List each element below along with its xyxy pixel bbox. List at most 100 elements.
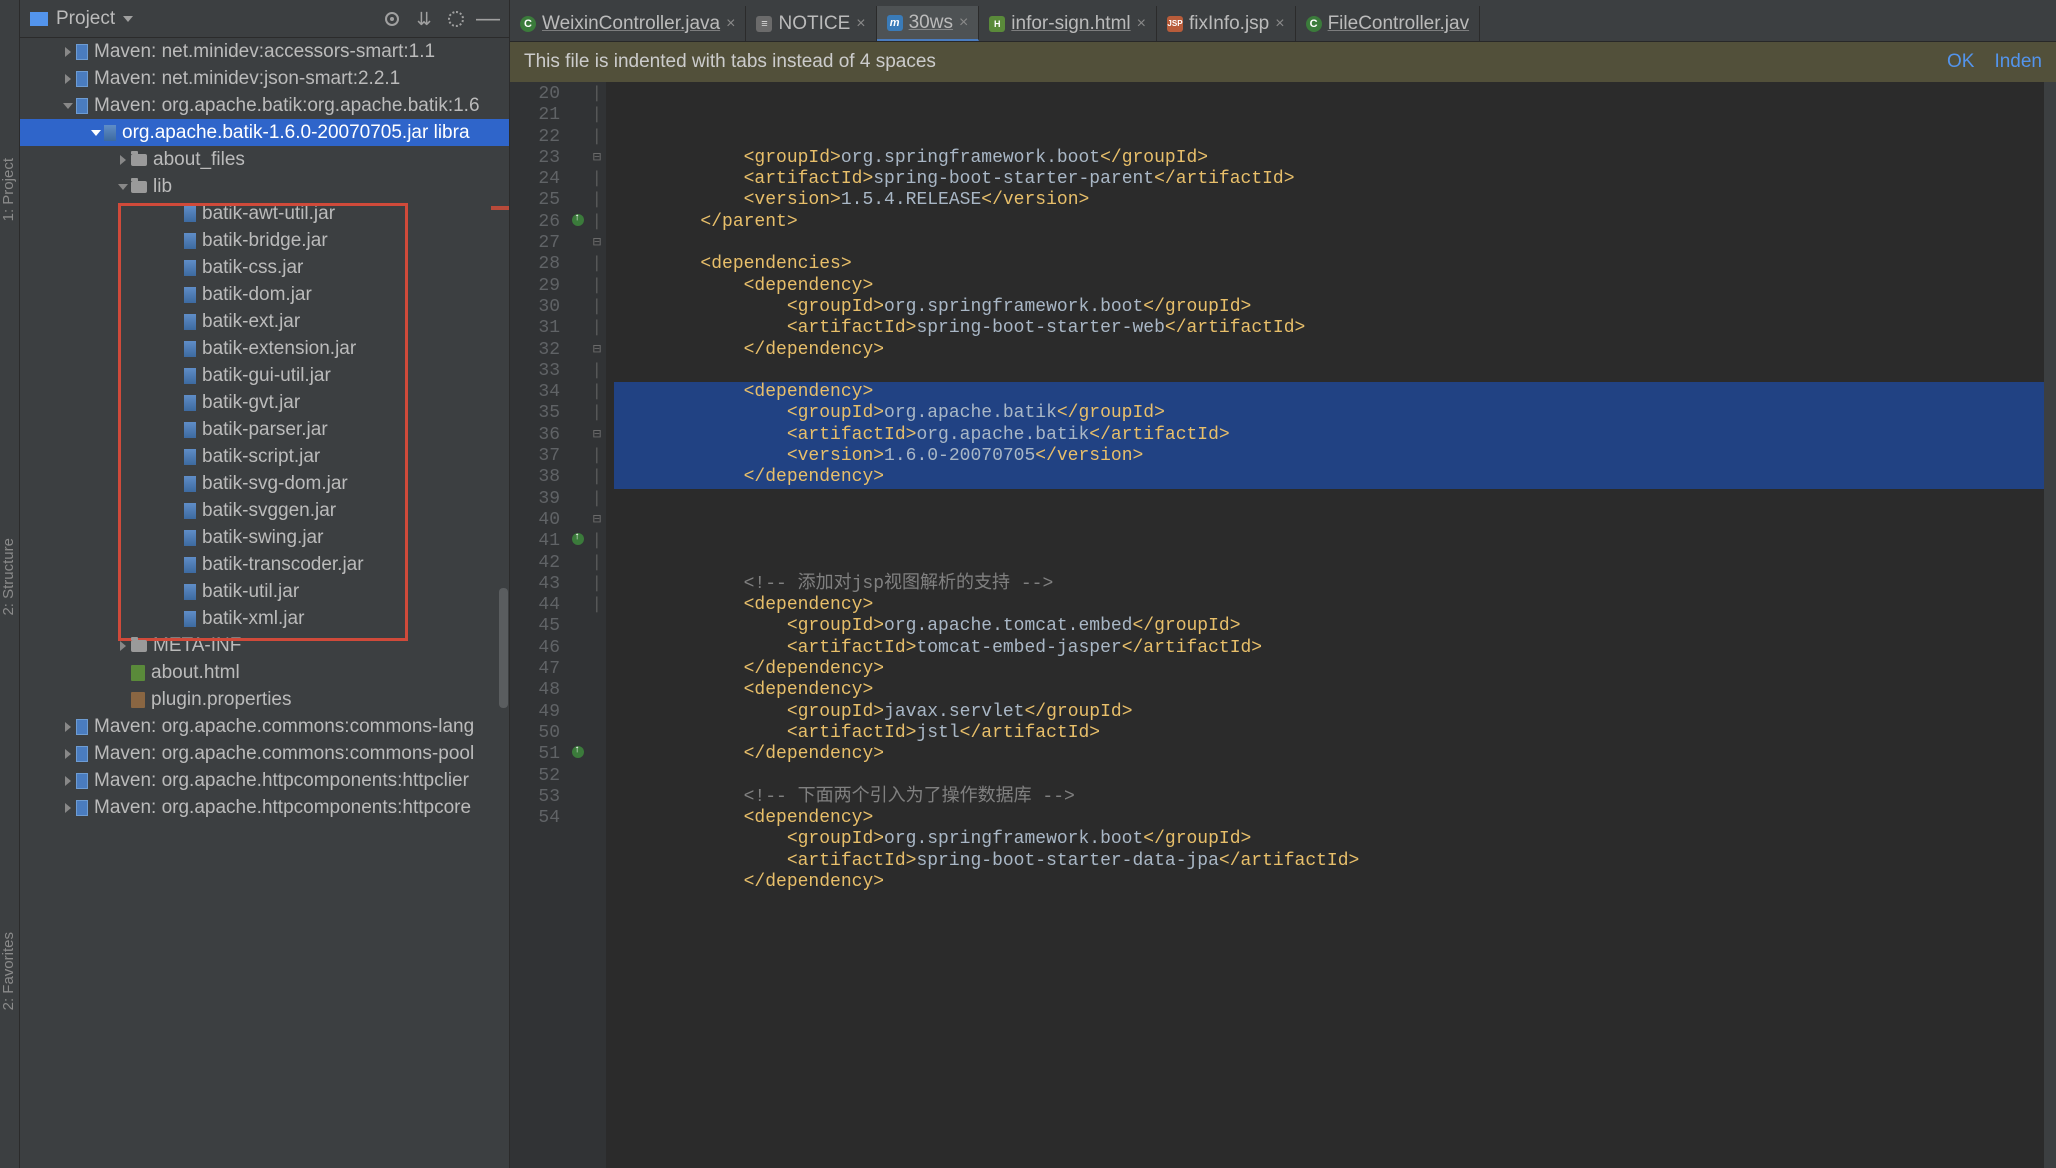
override-marker-icon[interactable] (572, 746, 584, 758)
code-line[interactable]: <artifactId>org.apache.batik</artifactId… (614, 425, 2056, 446)
tree-row[interactable]: Maven: org.apache.commons:commons-lang (20, 713, 509, 740)
editor-tab[interactable]: Hinfor-sign.html× (979, 6, 1157, 41)
tab-close-icon[interactable]: × (726, 15, 735, 33)
code-line[interactable]: <groupId>org.apache.batik</groupId> (614, 403, 2056, 424)
code-line[interactable]: <dependency> (614, 276, 2056, 297)
fold-gutter[interactable]: │││⊟ │││⊟ ││││⊟ │││⊟│││⊟ ││││ (588, 82, 606, 1168)
tree-row[interactable]: Maven: org.apache.httpcomponents:httpcli… (20, 767, 509, 794)
line-number[interactable]: 49 (510, 702, 560, 723)
tree-arrow-icon[interactable] (115, 179, 131, 195)
tab-close-icon[interactable]: × (1137, 15, 1146, 33)
code-line[interactable]: <artifactId>spring-boot-starter-web</art… (614, 318, 2056, 339)
code-line[interactable]: <version>1.5.4.RELEASE</version> (614, 190, 2056, 211)
notice-ok-link[interactable]: OK (1947, 51, 1974, 73)
code-line[interactable] (614, 361, 2056, 382)
line-number[interactable]: 23 (510, 148, 560, 169)
project-view-dropdown-icon[interactable] (123, 16, 133, 22)
project-title[interactable]: Project (56, 8, 115, 30)
tree-arrow-icon[interactable] (60, 773, 76, 789)
fold-mark[interactable]: │ (588, 489, 606, 510)
code-line[interactable]: <groupId>org.springframework.boot</group… (614, 829, 2056, 850)
line-number[interactable]: 25 (510, 190, 560, 211)
tree-arrow-icon[interactable] (60, 800, 76, 816)
line-number[interactable]: 54 (510, 808, 560, 829)
line-number[interactable]: 42 (510, 553, 560, 574)
line-number[interactable]: 39 (510, 489, 560, 510)
line-number[interactable]: 35 (510, 403, 560, 424)
line-number[interactable]: 52 (510, 766, 560, 787)
tree-row[interactable]: batik-svggen.jar (20, 497, 509, 524)
line-number[interactable]: 40 (510, 510, 560, 531)
line-number[interactable]: 53 (510, 787, 560, 808)
fold-mark[interactable]: │ (588, 553, 606, 574)
fold-mark[interactable]: │ (588, 297, 606, 318)
code-line[interactable] (614, 553, 2056, 574)
tool-window-gutter[interactable]: 1: Project 2: Structure 2: Favorites (0, 0, 20, 1168)
code-line[interactable] (614, 510, 2056, 531)
line-number[interactable]: 24 (510, 169, 560, 190)
code-line[interactable]: </dependency> (614, 872, 2056, 893)
tree-row[interactable]: batik-gui-util.jar (20, 362, 509, 389)
line-number[interactable]: 32 (510, 340, 560, 361)
code-line[interactable]: </dependency> (614, 467, 2056, 488)
override-marker-icon[interactable] (572, 214, 584, 226)
gutter-project-tab[interactable]: 1: Project (0, 158, 19, 221)
tree-arrow-icon[interactable] (115, 152, 131, 168)
fold-mark[interactable]: ⊟ (588, 233, 606, 254)
editor-tab[interactable]: CFileController.jav (1296, 6, 1481, 41)
fold-mark[interactable]: │ (588, 127, 606, 148)
tree-row[interactable]: batik-bridge.jar (20, 227, 509, 254)
tree-row[interactable]: about_files (20, 146, 509, 173)
tree-row[interactable]: batik-awt-util.jar (20, 200, 509, 227)
editor-tab[interactable]: ≡NOTICE× (746, 6, 876, 41)
tree-row[interactable]: org.apache.batik-1.6.0-20070705.jar libr… (20, 119, 509, 146)
code-line[interactable]: <artifactId>spring-boot-starter-data-jpa… (614, 851, 2056, 872)
tree-scrollbar[interactable] (499, 588, 508, 708)
fold-mark[interactable]: │ (588, 276, 606, 297)
tree-row[interactable]: batik-extension.jar (20, 335, 509, 362)
fold-mark[interactable]: ⊟ (588, 510, 606, 531)
fold-mark[interactable]: │ (588, 382, 606, 403)
code-line[interactable]: <groupId>org.apache.tomcat.embed</groupI… (614, 616, 2056, 637)
editor-tab[interactable]: JSPfixInfo.jsp× (1157, 6, 1296, 41)
fold-mark[interactable]: │ (588, 403, 606, 424)
gutter-override-marks[interactable] (570, 82, 588, 1168)
fold-mark[interactable]: │ (588, 318, 606, 339)
code-line[interactable]: <artifactId>spring-boot-starter-parent</… (614, 169, 2056, 190)
locate-button[interactable] (381, 8, 403, 30)
fold-mark[interactable]: │ (588, 254, 606, 275)
line-number[interactable]: 48 (510, 680, 560, 701)
code-line[interactable]: </dependency> (614, 659, 2056, 680)
code-line[interactable]: <dependency> (614, 595, 2056, 616)
fold-mark[interactable]: │ (588, 105, 606, 126)
code-line[interactable]: <dependency> (614, 382, 2056, 403)
gutter-structure-tab[interactable]: 2: Structure (0, 538, 19, 616)
fold-mark[interactable]: ⊟ (588, 425, 606, 446)
line-number[interactable]: 37 (510, 446, 560, 467)
fold-mark[interactable]: │ (588, 531, 606, 552)
tree-arrow-icon[interactable] (60, 44, 76, 60)
fold-mark[interactable]: │ (588, 190, 606, 211)
line-number[interactable]: 31 (510, 318, 560, 339)
tree-row[interactable]: batik-parser.jar (20, 416, 509, 443)
line-number[interactable]: 46 (510, 638, 560, 659)
line-number[interactable]: 20 (510, 84, 560, 105)
editor-body[interactable]: 2021222324252627282930313233343536373839… (510, 82, 2056, 1168)
line-number[interactable]: 41 (510, 531, 560, 552)
tab-close-icon[interactable]: × (856, 15, 865, 33)
line-number[interactable]: 29 (510, 276, 560, 297)
fold-mark[interactable]: │ (588, 169, 606, 190)
fold-mark[interactable]: │ (588, 446, 606, 467)
hide-button[interactable]: — (477, 8, 499, 30)
tab-close-icon[interactable]: × (959, 14, 968, 32)
line-number[interactable]: 28 (510, 254, 560, 275)
tree-row[interactable]: Maven: org.apache.batik:org.apache.batik… (20, 92, 509, 119)
code-line[interactable]: <groupId>org.springframework.boot</group… (614, 148, 2056, 169)
code-line[interactable]: <artifactId>tomcat-embed-jasper</artifac… (614, 638, 2056, 659)
fold-mark[interactable]: │ (588, 595, 606, 616)
fold-mark[interactable]: │ (588, 361, 606, 382)
code-area[interactable]: <groupId>org.springframework.boot</group… (606, 82, 2056, 1168)
gutter-favorites-tab[interactable]: 2: Favorites (0, 932, 19, 1010)
tree-row[interactable]: batik-ext.jar (20, 308, 509, 335)
tree-row[interactable]: batik-gvt.jar (20, 389, 509, 416)
